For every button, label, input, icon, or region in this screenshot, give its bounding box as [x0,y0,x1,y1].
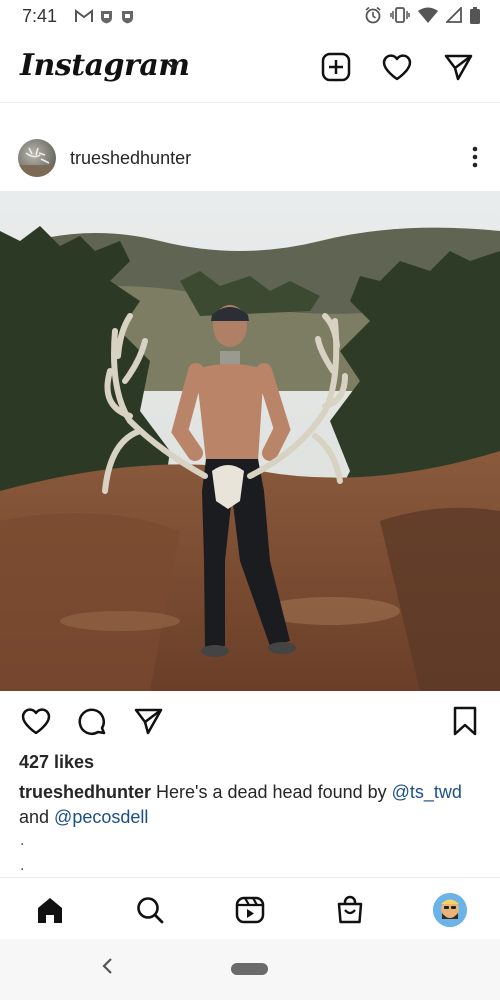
nav-search[interactable] [133,893,167,927]
post-header: trueshedhunter [0,126,500,190]
save-button[interactable] [452,706,478,741]
direct-messages-button[interactable] [442,51,474,83]
profile-avatar[interactable] [433,893,467,927]
comment-icon [78,708,106,735]
post-photo[interactable] [0,191,500,691]
share-icon [134,708,163,735]
heart-icon [382,54,412,81]
alarm-icon [365,6,381,24]
wifi-icon [418,7,438,23]
like-button[interactable] [20,706,52,741]
system-navigation [0,939,500,1000]
nhl-icon [101,11,112,24]
status-time: 7:41 [22,6,58,26]
nav-reels[interactable] [233,893,267,927]
system-icons [364,6,480,24]
notification-icons [75,9,135,24]
shop-icon [337,895,363,924]
direct-message-icon [444,54,473,81]
heart-icon [21,708,51,735]
bottom-navigation [0,877,500,940]
search-icon [137,897,164,924]
home-icon [38,898,62,923]
nav-home[interactable] [33,893,67,927]
gmail-icon [75,9,93,22]
instagram-logo[interactable]: Instagram [20,48,190,83]
share-button[interactable] [133,706,163,741]
caption-mention-ts-twd[interactable]: @ts_twd [392,782,462,802]
bookmark-icon [453,706,477,736]
vibrate-icon [390,7,410,23]
chevron-down-icon[interactable] [166,61,180,71]
post-author-username[interactable]: trueshedhunter [70,148,191,169]
likes-count[interactable]: 427 likes [19,752,94,773]
caption-text-2: and [19,807,55,827]
app-header: Instagram [0,34,500,103]
more-options-icon[interactable] [472,146,478,168]
caption-dot: . [20,857,25,874]
status-bar: 7:41 [0,0,500,34]
activity-button[interactable] [381,51,413,83]
new-post-button[interactable] [320,51,352,83]
battery-icon [470,6,480,24]
home-pill[interactable] [231,963,268,975]
post-author-avatar[interactable] [18,139,56,177]
caption-mention-pecosdell[interactable]: @pecosdell [54,807,148,827]
caption-text-1: Here's a dead head found by [151,782,392,802]
add-post-icon [321,52,351,82]
comment-button[interactable] [77,706,107,741]
nav-shop[interactable] [333,893,367,927]
caption-dot: . [20,832,25,849]
reels-icon [235,896,265,924]
post-actions [0,700,500,744]
post-caption: trueshedhunter Here's a dead head found … [19,780,484,830]
back-icon[interactable] [100,957,114,975]
signal-icon [446,7,462,23]
caption-username[interactable]: trueshedhunter [19,782,151,802]
nhl-icon [122,11,133,24]
